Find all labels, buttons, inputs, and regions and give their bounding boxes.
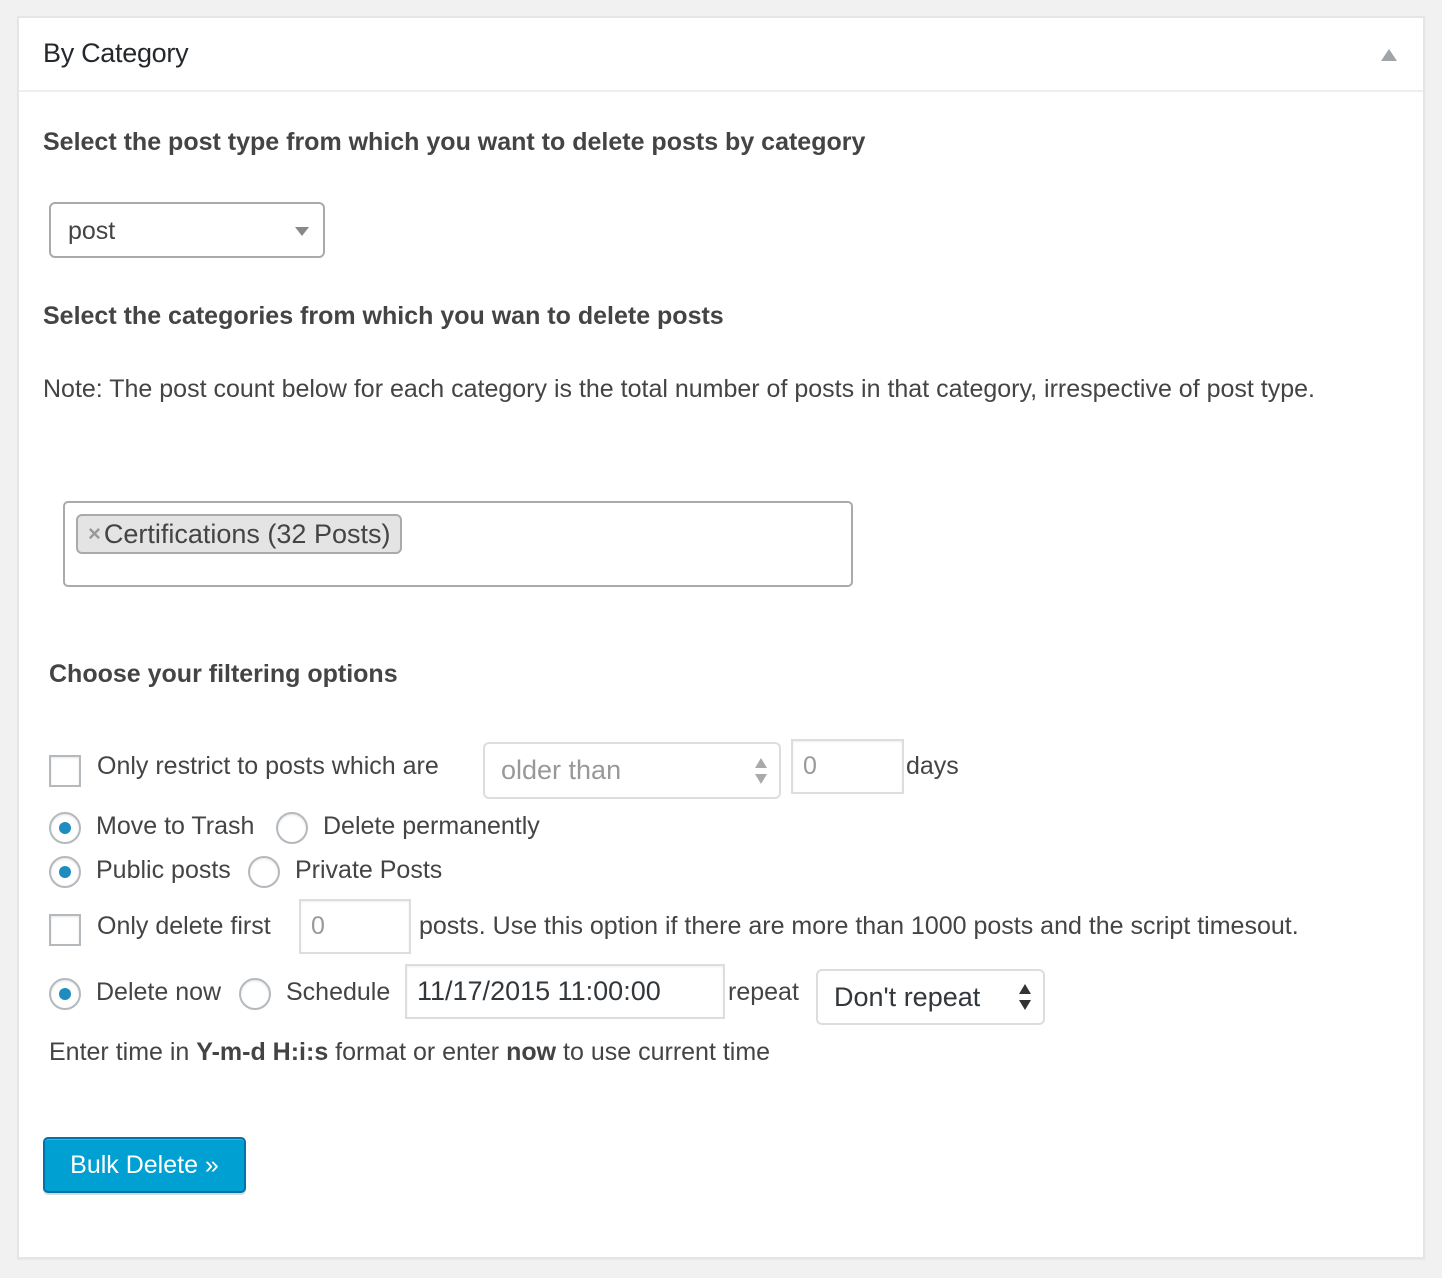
public-posts-label: Public posts: [96, 856, 231, 884]
limit-checkbox[interactable]: [49, 914, 81, 946]
by-category-panel: By Category Select the post type from wh…: [17, 16, 1425, 1259]
age-comparator-select[interactable]: older than: [483, 742, 781, 799]
triangle-up-icon[interactable]: [1381, 49, 1397, 61]
categories-heading: Select the categories from which you wan…: [43, 302, 724, 330]
delete-now-radio[interactable]: [49, 978, 81, 1010]
updown-arrows-icon: [1019, 984, 1031, 1010]
schedule-radio[interactable]: [239, 978, 271, 1010]
limit-suffix: posts. Use this option if there are more…: [419, 912, 1299, 940]
repeat-select-value: Don't repeat: [834, 981, 981, 1012]
delete-now-label: Delete now: [96, 978, 222, 1006]
chevron-down-icon: [295, 227, 309, 236]
days-label: days: [906, 752, 959, 780]
post-type-selected-value: post: [68, 217, 116, 245]
limit-input-value: 0: [311, 912, 325, 940]
restrict-label: Only restrict to posts which are: [97, 752, 439, 780]
public-posts-radio[interactable]: [49, 856, 81, 888]
post-type-select[interactable]: post: [49, 202, 325, 258]
restrict-checkbox[interactable]: [49, 755, 81, 787]
updown-arrows-icon: [755, 757, 767, 784]
repeat-select[interactable]: Don't repeat: [816, 969, 1045, 1025]
panel-title: By Category: [43, 38, 189, 68]
hint-now: now: [506, 1038, 557, 1066]
private-posts-label: Private Posts: [295, 856, 443, 884]
bulk-delete-button[interactable]: Bulk Delete »: [43, 1137, 246, 1193]
hint-text: to use current time: [556, 1038, 771, 1066]
remove-token-icon[interactable]: ×: [88, 521, 101, 547]
category-token: × Certifications (32 Posts): [76, 514, 403, 554]
limit-input[interactable]: 0: [299, 899, 411, 954]
schedule-datetime-value: 11/17/2015 11:00:00: [417, 976, 661, 1006]
hint-text: Enter time in: [49, 1038, 197, 1066]
repeat-label: repeat: [728, 978, 799, 1006]
move-to-trash-label: Move to Trash: [96, 812, 255, 840]
limit-label: Only delete first: [97, 912, 271, 940]
hint-text: format or enter: [328, 1038, 507, 1066]
categories-multiselect[interactable]: × Certifications (32 Posts): [63, 501, 853, 587]
move-to-trash-radio[interactable]: [49, 812, 81, 844]
category-token-label: Certifications (32 Posts): [103, 518, 391, 549]
schedule-label: Schedule: [286, 978, 391, 1006]
panel-header[interactable]: By Category: [19, 18, 1423, 92]
private-posts-radio[interactable]: [248, 856, 280, 888]
delete-permanently-label: Delete permanently: [323, 812, 540, 840]
post-type-heading: Select the post type from which you want…: [43, 128, 866, 156]
time-format-hint: Enter time in Y-m-d H:i:s format or ente…: [49, 1038, 770, 1067]
age-comparator-value: older than: [501, 755, 622, 785]
filtering-heading: Choose your filtering options: [49, 660, 398, 688]
schedule-datetime-input[interactable]: 11/17/2015 11:00:00: [405, 964, 725, 1019]
delete-permanently-radio[interactable]: [276, 812, 308, 844]
categories-note: Note: The post count below for each cate…: [43, 375, 1315, 403]
hint-format: Y-m-d H:i:s: [196, 1038, 329, 1066]
days-input[interactable]: 0: [791, 739, 904, 794]
days-input-value: 0: [803, 752, 817, 780]
